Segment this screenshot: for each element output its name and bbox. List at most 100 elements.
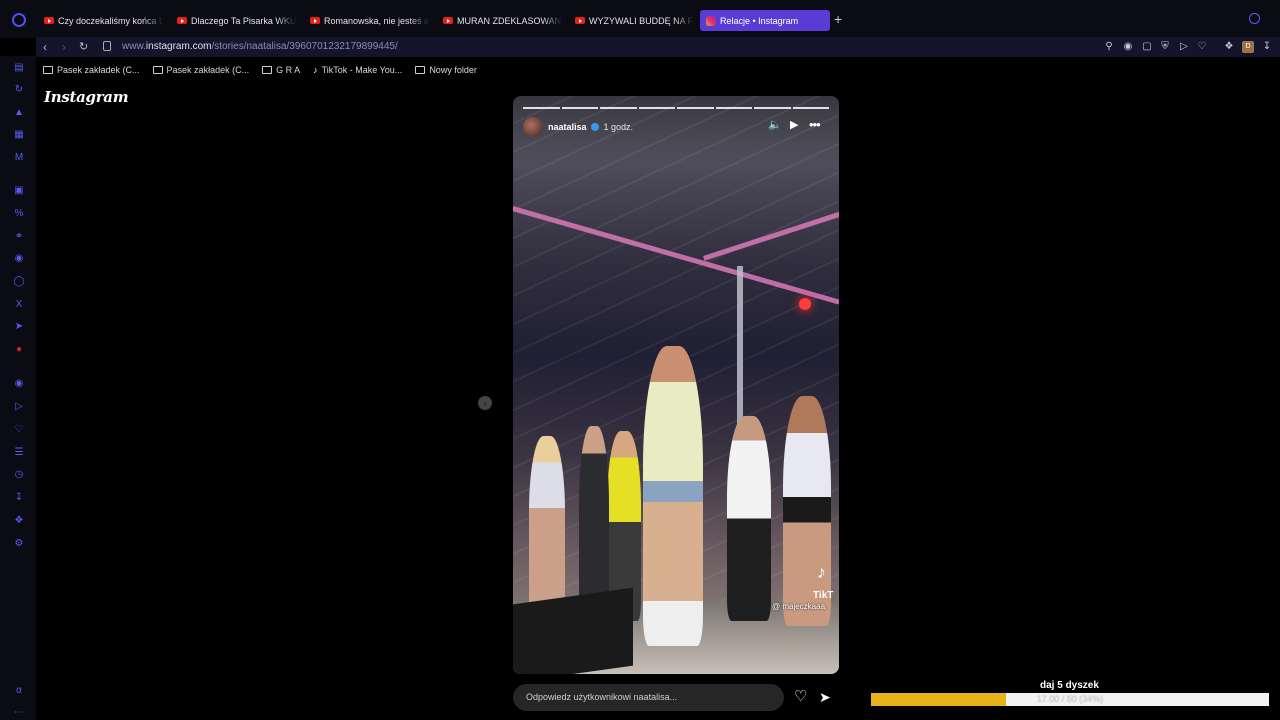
app-icon[interactable]: ● (13, 344, 25, 356)
speed-dial-icon[interactable]: ▤ (13, 62, 25, 74)
bookmark-label: Pasek zakładek (C... (166, 65, 250, 75)
bookmark-label: G R A (276, 65, 301, 75)
url-host: instagram.com (145, 41, 212, 52)
tiktok-logo-icon: ♪ (817, 562, 826, 582)
youtube-icon (310, 17, 320, 24)
reload-icon[interactable]: ↻ (79, 40, 88, 54)
aria-icon[interactable]: α (13, 685, 25, 697)
download-icon[interactable]: ↧ (1261, 41, 1273, 53)
sidebar: ▤ ↻ ▲ ▦ M ▣ % ⚭ ◉ ◯ X ➤ ● ◉ ▷ ♡ ☰ ◷ ↧ ❖ … (0, 56, 36, 720)
favorites-icon[interactable]: ♡ (13, 424, 25, 436)
discount-icon[interactable]: % (13, 208, 25, 220)
address-bar: ‹ › ↻ www.instagram.com/stories/naatalis… (36, 37, 1280, 57)
bookmark-folder[interactable]: Pasek zakładek (C... (43, 65, 140, 75)
back-icon[interactable]: ‹ (43, 40, 47, 54)
extensions-icon[interactable]: ❖ (13, 515, 25, 527)
opera-menu-icon[interactable] (12, 13, 26, 27)
notes-icon[interactable]: ▦ (13, 129, 25, 141)
dancer (643, 346, 703, 646)
settings-icon[interactable]: ⚙ (13, 538, 25, 550)
story-viewer[interactable]: naatalisa 1 godz. 🔈 ▶ ••• ♪ TikT @ majec… (513, 96, 839, 674)
bookmark-folder[interactable]: G R A (262, 65, 300, 75)
goal-progress-bar: 17.00 / 50 (34%) (871, 693, 1269, 706)
tab-bar: Czy doczekaliśmy końca U Dlaczego Ta Pis… (0, 0, 1280, 38)
extensions-icon[interactable]: ❖ (1223, 41, 1235, 53)
bookmark-folder[interactable]: Nowy folder (415, 65, 477, 75)
history-icon[interactable]: ↻ (13, 84, 25, 96)
player-icon[interactable]: ▷ (13, 401, 25, 413)
workspace-icon[interactable]: ▲ (13, 107, 25, 119)
folder-icon (262, 66, 273, 74)
goal-title: daj 5 dyszek (1040, 680, 1099, 691)
tab-4[interactable]: WYZYWALI BUDDĘ NA FE (569, 10, 695, 31)
goal-progress-text: 17.00 / 50 (34%) (1036, 694, 1104, 704)
bookmark-tiktok[interactable]: ♪ TikTok - Make You... (313, 65, 402, 75)
downloads-icon[interactable]: ↧ (13, 492, 25, 504)
tab-label: WYZYWALI BUDDĘ NA FE (589, 15, 695, 26)
stage-light (799, 298, 811, 310)
tab-1[interactable]: Dlaczego Ta Pisarka WKUR (171, 10, 297, 31)
previous-story-icon[interactable]: ‹ (478, 396, 492, 410)
mute-icon[interactable]: 🔈 (768, 119, 782, 131)
play-icon[interactable]: ▷ (1178, 41, 1190, 53)
more-options-icon[interactable]: ••• (809, 118, 821, 131)
messenger-icon[interactable]: ⚭ (13, 231, 25, 243)
tab-2[interactable]: Romanowska, nie jesteś ar (304, 10, 430, 31)
x-icon[interactable]: X (13, 299, 25, 311)
story-username[interactable]: naatalisa (548, 122, 587, 132)
instagram-logo[interactable]: Instagram (44, 88, 129, 106)
youtube-icon (177, 17, 187, 24)
verified-badge-icon (590, 123, 599, 131)
bookmark-folder[interactable]: Pasek zakładek (C... (152, 65, 250, 75)
like-heart-icon[interactable]: ♡ (794, 689, 807, 705)
bookmarks-bar: Pasek zakładek (C... Pasek zakładek (C..… (36, 60, 1280, 80)
tab-3[interactable]: MURAN ZDEKLASOWANY (437, 10, 563, 31)
tab-0[interactable]: Czy doczekaliśmy końca U (38, 10, 164, 31)
tiktok-watermark: TikT (813, 590, 834, 601)
zoom-icon[interactable]: ⚲ (1103, 41, 1115, 53)
pin-icon[interactable]: ◉ (1122, 41, 1134, 53)
tab-label: Romanowska, nie jesteś ar (324, 15, 430, 26)
tiktok-icon: ♪ (313, 65, 318, 75)
dancer (727, 416, 771, 621)
twitch-icon[interactable]: ▣ (13, 185, 25, 197)
spotify-icon[interactable]: ◉ (13, 378, 25, 390)
shield-icon[interactable]: ⛨ (1159, 41, 1171, 53)
play-icon[interactable]: ▶ (790, 119, 798, 131)
snapshot-icon[interactable]: ▢ (1141, 41, 1153, 53)
mail-icon[interactable]: M (13, 152, 25, 164)
tab-label: Dlaczego Ta Pisarka WKUR (191, 15, 297, 26)
share-send-icon[interactable]: ➤ (819, 690, 831, 705)
folder-icon (415, 66, 426, 74)
profile-icon[interactable]: D (1242, 41, 1254, 53)
avatar[interactable] (523, 117, 543, 137)
heart-icon[interactable]: ♡ (1196, 41, 1208, 53)
tab-search-icon[interactable] (1249, 13, 1260, 24)
reply-input[interactable]: Odpowiedz użytkownikowi naatalisa... (513, 684, 784, 711)
new-tab-button[interactable]: + (834, 12, 842, 26)
tab-label: Czy doczekaliśmy końca U (58, 15, 164, 26)
forward-icon[interactable]: › (62, 40, 66, 54)
story-time: 1 godz. (603, 122, 634, 132)
bookmark-label: TikTok - Make You... (321, 65, 403, 75)
url-path: /stories/naatalisa/3960701232179899445/ (211, 41, 398, 52)
youtube-icon (443, 17, 453, 24)
story-progress-bar (523, 107, 829, 109)
story-header: naatalisa 1 godz. (523, 117, 829, 137)
bookmark-label: Pasek zakładek (C... (57, 65, 140, 75)
tabs-icon[interactable]: ☰ (13, 447, 25, 459)
folder-icon (43, 66, 53, 74)
lock-icon[interactable] (103, 41, 111, 51)
tab-label: MURAN ZDEKLASOWANY (457, 15, 563, 26)
more-icon[interactable]: ⋯ (13, 707, 25, 719)
bookmark-label: Nowy folder (429, 65, 477, 75)
clock-icon[interactable]: ◷ (13, 469, 25, 481)
tab-label: Relacje • Instagram (720, 15, 799, 26)
url-field[interactable]: www.instagram.com/stories/naatalisa/3960… (122, 41, 398, 52)
stage-truss (513, 206, 839, 305)
telegram-icon[interactable]: ➤ (13, 321, 25, 333)
folder-icon (152, 66, 163, 74)
tab-5-active[interactable]: Relacje • Instagram (700, 10, 830, 31)
instagram-icon[interactable]: ◯ (13, 276, 25, 288)
discord-icon[interactable]: ◉ (13, 253, 25, 265)
